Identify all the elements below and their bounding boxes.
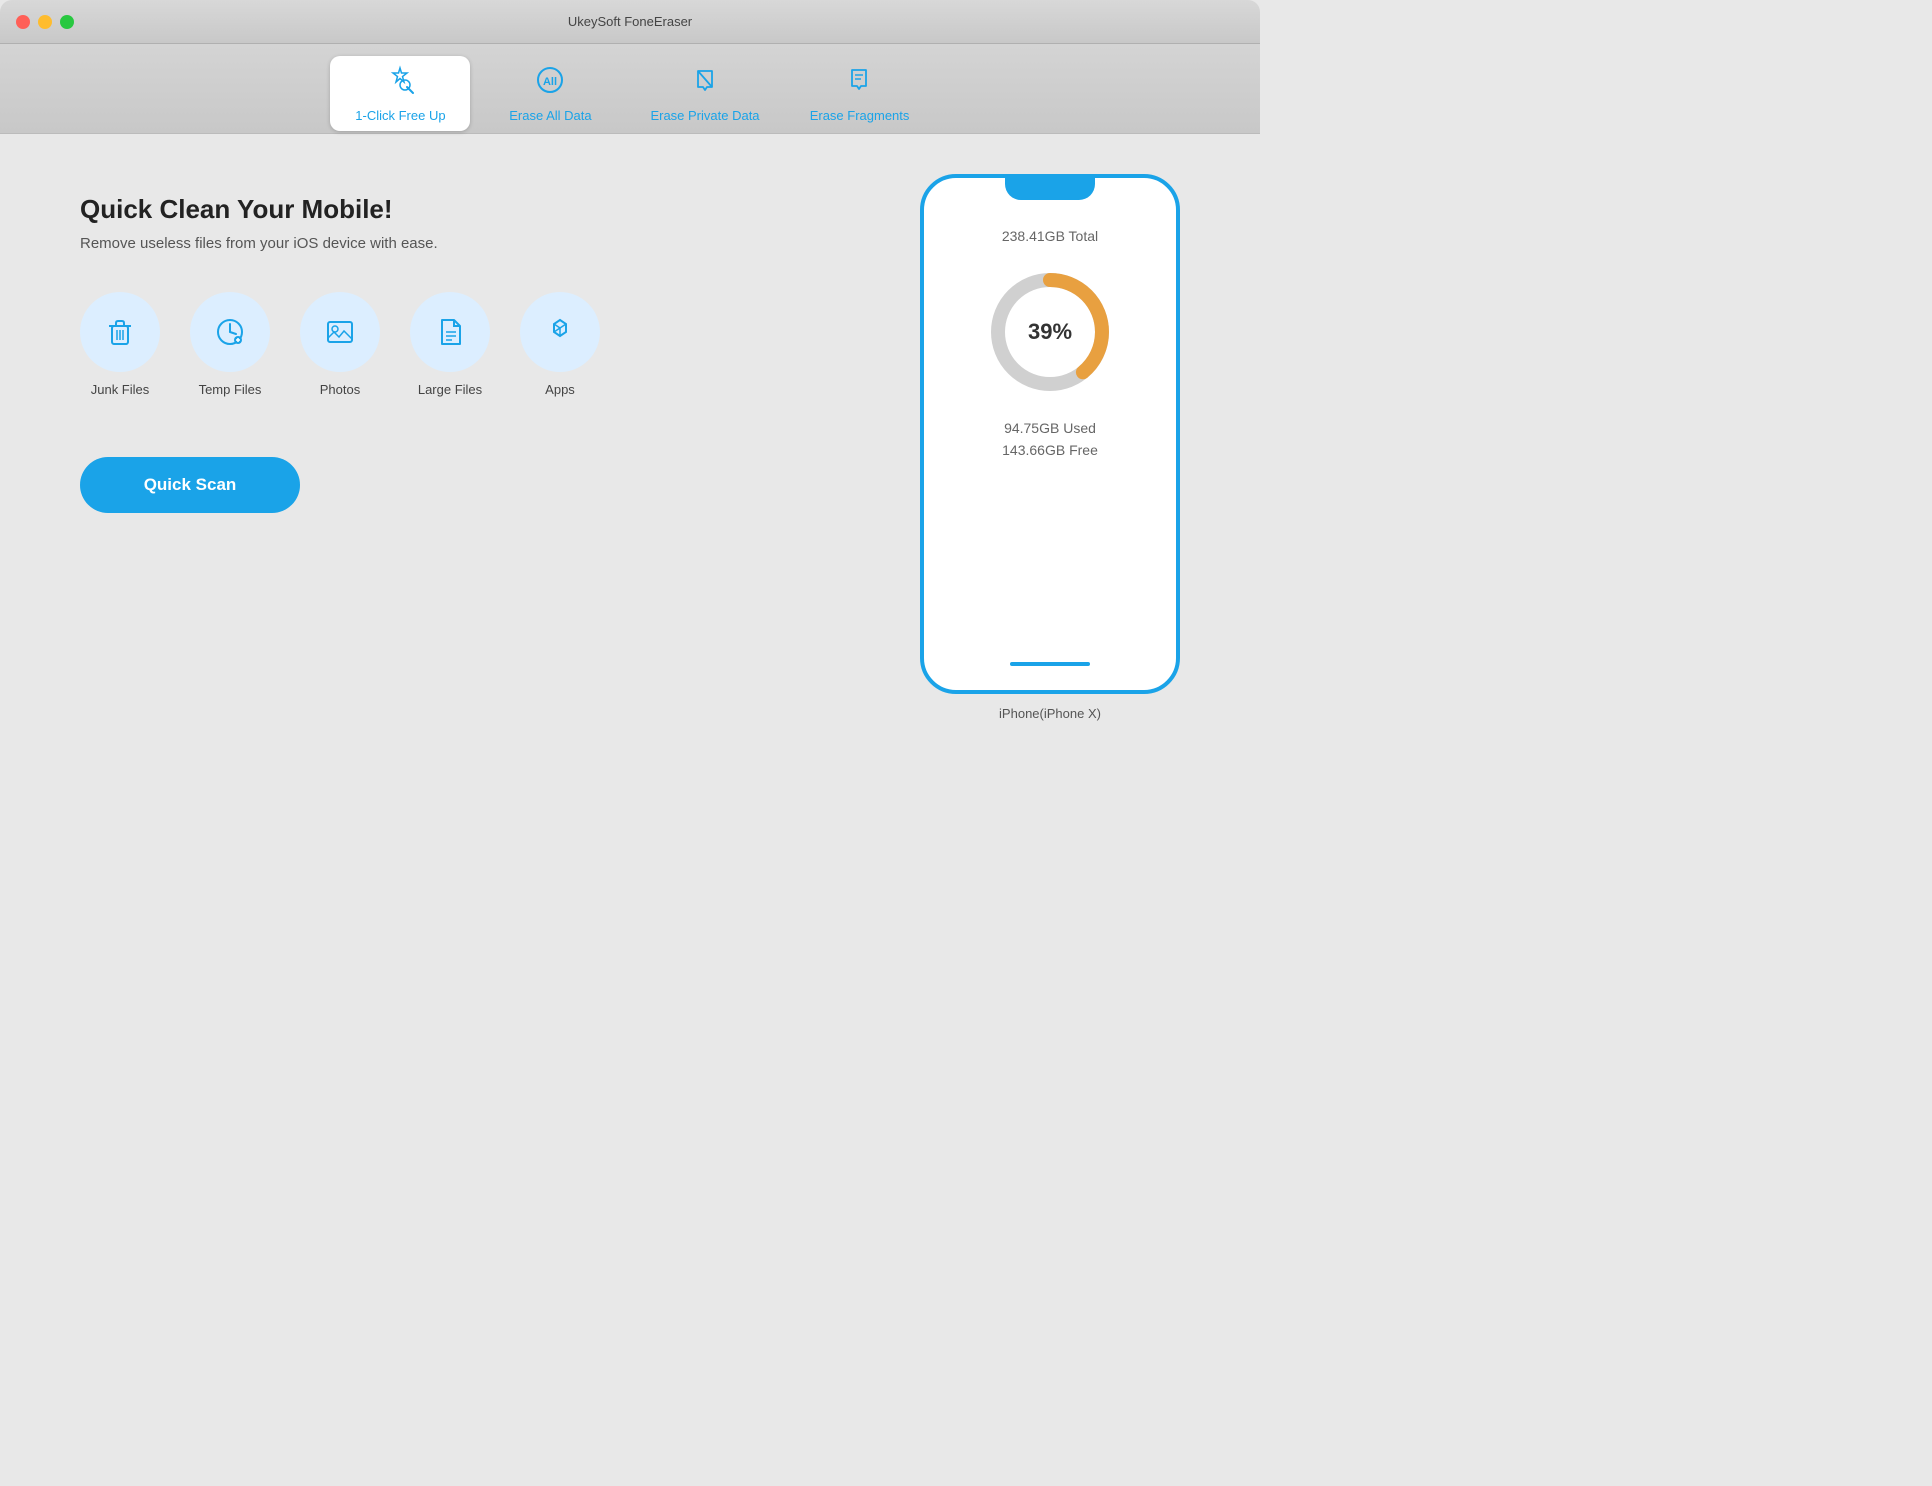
apps-label: Apps	[545, 382, 575, 397]
minimize-button[interactable]	[38, 15, 52, 29]
temp-files-label: Temp Files	[199, 382, 262, 397]
storage-total: 238.41GB Total	[1002, 228, 1098, 244]
one-click-icon	[385, 65, 415, 102]
phone-frame: 238.41GB Total 39% 94.75GB Used 143.66GB…	[920, 174, 1180, 694]
phone-notch	[1005, 178, 1095, 200]
tab-one-click-free-up[interactable]: 1-Click Free Up	[330, 56, 470, 131]
erase-all-icon: All	[535, 65, 565, 102]
feature-junk-files[interactable]: Junk Files	[80, 292, 160, 397]
svg-text:All: All	[543, 76, 557, 88]
left-panel: Quick Clean Your Mobile! Remove useless …	[80, 194, 880, 513]
phone-content: 238.41GB Total 39% 94.75GB Used 143.66GB…	[944, 228, 1156, 458]
large-files-icon	[410, 292, 490, 372]
storage-info: 94.75GB Used 143.66GB Free	[1002, 420, 1098, 458]
erase-fragments-icon	[845, 65, 875, 102]
junk-files-label: Junk Files	[91, 382, 150, 397]
device-name: iPhone(iPhone X)	[999, 706, 1101, 721]
features-row: Junk Files Temp Files	[80, 292, 880, 397]
main-content: Quick Clean Your Mobile! Remove useless …	[0, 134, 1260, 810]
feature-photos[interactable]: Photos	[300, 292, 380, 397]
junk-files-icon	[80, 292, 160, 372]
title-bar: UkeySoft FoneEraser	[0, 0, 1260, 44]
tab-bar: 1-Click Free Up All Erase All Data Erase…	[0, 44, 1260, 134]
window-controls	[16, 15, 74, 29]
storage-used: 94.75GB Used	[1004, 420, 1096, 436]
tab-erase-fragments-label: Erase Fragments	[810, 108, 910, 123]
headline: Quick Clean Your Mobile!	[80, 194, 880, 225]
quick-scan-button[interactable]: Quick Scan	[80, 457, 300, 513]
tab-erase-private-label: Erase Private Data	[650, 108, 759, 123]
tab-erase-private-data[interactable]: Erase Private Data	[630, 56, 779, 131]
storage-free: 143.66GB Free	[1002, 442, 1098, 458]
tab-erase-all-label: Erase All Data	[509, 108, 591, 123]
feature-apps[interactable]: Apps	[520, 292, 600, 397]
tab-erase-fragments[interactable]: Erase Fragments	[790, 56, 930, 131]
tab-one-click-label: 1-Click Free Up	[355, 108, 445, 123]
tab-erase-all-data[interactable]: All Erase All Data	[480, 56, 620, 131]
donut-percent: 39%	[1028, 319, 1072, 345]
feature-temp-files[interactable]: Temp Files	[190, 292, 270, 397]
maximize-button[interactable]	[60, 15, 74, 29]
photos-label: Photos	[320, 382, 360, 397]
temp-files-icon	[190, 292, 270, 372]
apps-icon	[520, 292, 600, 372]
window-title: UkeySoft FoneEraser	[568, 14, 692, 29]
close-button[interactable]	[16, 15, 30, 29]
erase-private-icon	[690, 65, 720, 102]
right-panel: 238.41GB Total 39% 94.75GB Used 143.66GB…	[920, 174, 1180, 721]
photos-icon	[300, 292, 380, 372]
large-files-label: Large Files	[418, 382, 482, 397]
donut-chart: 39%	[980, 262, 1120, 402]
feature-large-files[interactable]: Large Files	[410, 292, 490, 397]
subtext: Remove useless files from your iOS devic…	[80, 235, 880, 252]
home-indicator	[1010, 662, 1090, 666]
